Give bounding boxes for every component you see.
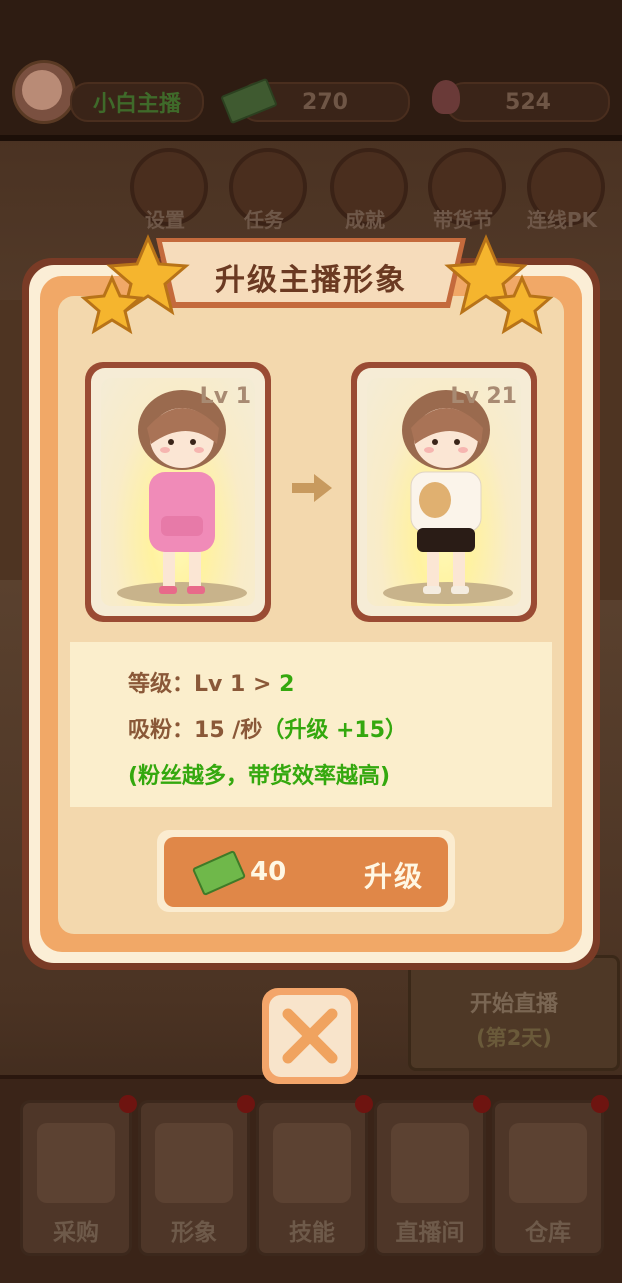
shop-icon [37, 1123, 115, 1203]
background-shelf [0, 300, 22, 580]
tab-label-live-room: 直播间 [395, 1220, 465, 1246]
tab-warehouse[interactable]: 仓库 [492, 1095, 609, 1256]
upgrade-info-box: 等级：Lv 1 > 2 吸粉：15 /秒（升级 +15） (粉丝越多，带货效率越… [70, 642, 552, 807]
character-pink-hoodie-image [138, 390, 226, 594]
tab-label-skills: 技能 [289, 1220, 335, 1246]
nav-label-pk: 连线PK [526, 208, 598, 232]
next-look-card: Lv 21 [351, 362, 537, 622]
tab-live-room[interactable]: 直播间 [374, 1095, 491, 1256]
tab-label-appearance: 形象 [171, 1220, 217, 1246]
fans-rate-value: 15 /秒 [194, 718, 263, 743]
fans-icon [432, 80, 460, 114]
star-icon [444, 234, 554, 335]
cash-value: 270 [302, 89, 348, 115]
nav-label-tasks: 任务 [244, 208, 284, 232]
start-live-button[interactable]: 开始直播 (第2天) [408, 955, 620, 1071]
level-line: 等级：Lv 1 > 2 [128, 666, 294, 698]
background-shelf-right [600, 300, 622, 600]
close-icon [282, 1008, 338, 1064]
start-live-label: 开始直播 [469, 992, 558, 1017]
star-icon [80, 234, 190, 335]
live-room-icon [391, 1123, 469, 1203]
current-level-badge: Lv 1 [199, 384, 251, 409]
fans-value: 524 [505, 89, 551, 115]
warehouse-icon [509, 1123, 587, 1203]
player-name: 小白主播 [92, 92, 181, 117]
upgrade-cost: 40 [250, 857, 287, 887]
tab-label-purchase: 采购 [53, 1220, 99, 1246]
level-next-value: 2 [279, 672, 295, 697]
tab-skills[interactable]: 技能 [256, 1095, 373, 1256]
notification-dot [237, 1095, 255, 1113]
level-label: 等级： [128, 672, 195, 697]
microphone-icon [273, 1123, 351, 1203]
character-white-outfit-image [402, 390, 490, 594]
nav-label-sale-festival: 带货节 [433, 208, 493, 232]
notification-dot [473, 1095, 491, 1113]
player-name-badge: 小白主播 [70, 82, 204, 122]
nav-label-settings: 设置 [145, 208, 185, 232]
dialog-title: 升级主播形象 [215, 263, 407, 298]
upgrade-hint: (粉丝越多，带货效率越高) [128, 764, 391, 789]
notification-dot [119, 1095, 137, 1113]
fans-rate-label: 吸粉： [128, 718, 195, 743]
start-live-day: (第2天) [476, 1026, 552, 1050]
nav-label-achievements: 成就 [345, 208, 385, 232]
fans-counter: 524 [446, 82, 610, 122]
fans-rate-bonus: （升级 +15） [262, 718, 408, 743]
avatar-face-icon [22, 70, 62, 110]
fans-rate-line: 吸粉：15 /秒（升级 +15） [128, 712, 407, 744]
upgrade-button-label: 升级 [364, 860, 425, 893]
tab-label-warehouse: 仓库 [525, 1220, 571, 1246]
tab-purchase[interactable]: 采购 [20, 1095, 137, 1256]
next-level-badge: Lv 21 [450, 384, 517, 409]
notification-dot [591, 1095, 609, 1113]
notification-dot [355, 1095, 373, 1113]
level-value: Lv 1 > [194, 672, 280, 697]
current-look-card: Lv 1 [85, 362, 271, 622]
tab-appearance[interactable]: 形象 [138, 1095, 255, 1256]
close-button[interactable] [262, 988, 358, 1084]
arrow-right-icon [292, 474, 332, 502]
avatar-icon [155, 1123, 233, 1203]
